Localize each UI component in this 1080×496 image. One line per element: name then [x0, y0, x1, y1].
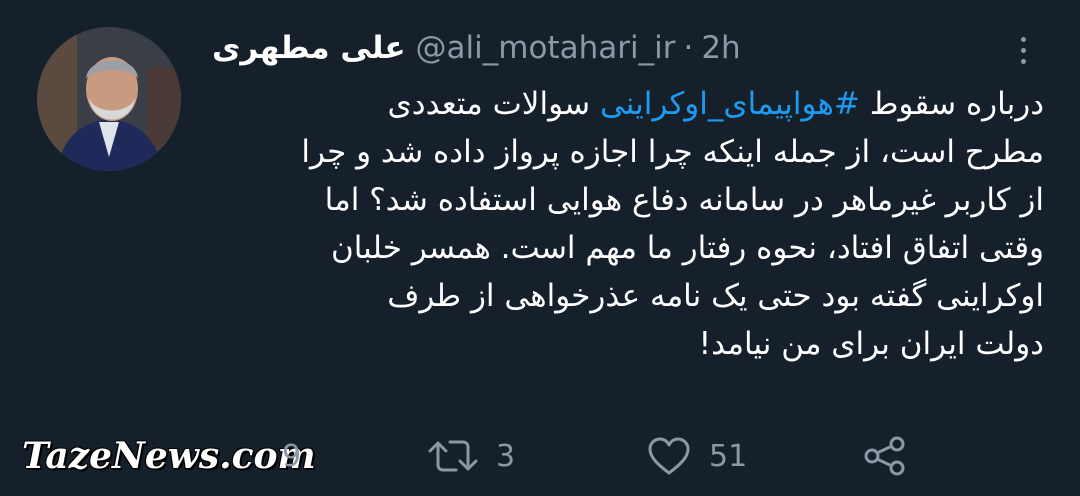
share-button[interactable] [862, 426, 908, 486]
tweet-timestamp[interactable]: 2h [701, 30, 740, 66]
tweet-text-prefix: درباره سقوط [859, 86, 1044, 122]
like-button[interactable]: 51 [647, 426, 747, 486]
menu-dot [1020, 58, 1026, 64]
tweet-actions: TazeNews.com 9 3 51 [0, 426, 1080, 486]
avatar[interactable] [37, 27, 181, 171]
author-handle[interactable]: @ali_motahari_ir [416, 30, 676, 66]
reply-count: 9 [282, 438, 302, 474]
like-count: 51 [709, 438, 748, 474]
retweet-button[interactable]: 3 [428, 426, 515, 486]
menu-dot [1020, 36, 1026, 42]
reply-button[interactable]: 9 [222, 426, 301, 486]
like-heart-icon [648, 437, 690, 475]
menu-dots-icon[interactable] [1010, 28, 1036, 72]
retweet-icon [428, 440, 478, 472]
tweet-text: درباره سقوط #هواپیمای_اوکراینی سوالات مت… [212, 80, 1044, 368]
tweet-header: علی مطهری @ali_motahari_ir · 2h [212, 22, 741, 74]
menu-dot [1020, 47, 1026, 53]
tweet-text-body: مطرح است، از جمله اینکه چرا اجازه پرواز … [301, 134, 1044, 362]
avatar-photo [37, 27, 181, 171]
share-icon [864, 436, 905, 476]
author-name[interactable]: علی مطهری [212, 30, 406, 66]
retweet-count: 3 [496, 438, 516, 474]
header-separator: · [683, 30, 694, 66]
hashtag-link[interactable]: #هواپیمای_اوکراینی [600, 86, 860, 122]
tweet-text-suffix: سوالات متعددی [387, 86, 600, 122]
